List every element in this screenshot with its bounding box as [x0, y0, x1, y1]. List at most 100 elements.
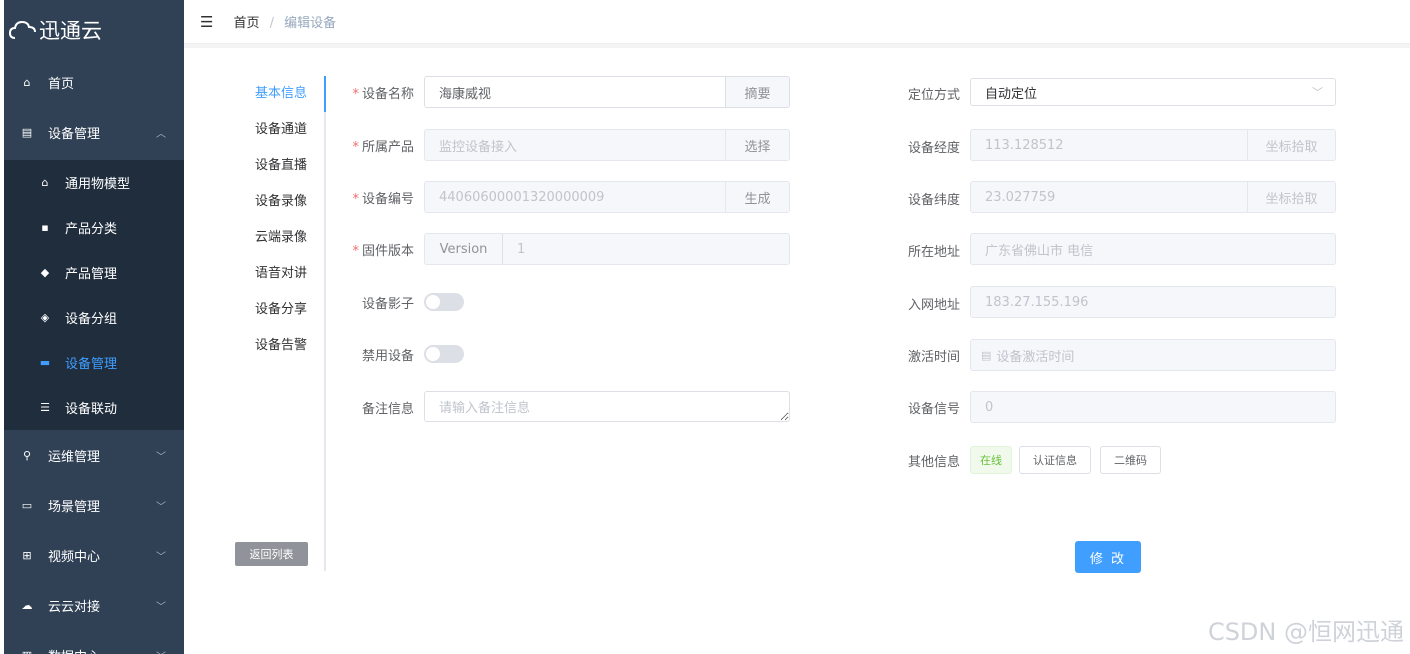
qrcode-button[interactable]: 二维码 — [1100, 446, 1161, 474]
product-label: * 所属产品 — [334, 136, 414, 155]
product-input[interactable]: 监控设备接入 — [425, 136, 725, 155]
sidebar-subitem-label: 通用物模型 — [65, 177, 131, 192]
latitude-input[interactable]: 23.027759 — [971, 190, 1247, 205]
sidebar-subitem-linkage[interactable]: ☰ 设备联动 — [4, 385, 184, 430]
firmware-label: * 固件版本 — [334, 240, 414, 259]
chevron-down-icon: ﹀ — [156, 648, 166, 654]
sidebar-subitem-label: 产品分类 — [65, 222, 118, 237]
tab-label: 云端录像 — [254, 230, 307, 245]
switch-knob — [426, 295, 440, 309]
product-field: 监控设备接入 选择 — [424, 129, 790, 161]
address-field: 广东省佛山市 电信 — [970, 233, 1336, 265]
sidebar-subitem-category[interactable]: ▪ 产品分类 — [4, 205, 184, 250]
back-to-list-button[interactable]: 返回列表 — [235, 542, 308, 566]
pick-coordinate-button[interactable]: 坐标拾取 — [1247, 182, 1335, 212]
required-mark: * — [352, 87, 359, 102]
tab-cloud-recording[interactable]: 云端录像 — [230, 220, 324, 256]
disable-switch[interactable] — [424, 345, 464, 363]
sidebar-item-home[interactable]: ⌂ 首页 — [4, 60, 184, 104]
auth-info-button[interactable]: 认证信息 — [1019, 446, 1091, 474]
menu-toggle-icon[interactable]: ☰ — [200, 13, 213, 31]
disable-label: 禁用设备 — [361, 349, 414, 364]
home-icon: ⌂ — [23, 75, 31, 89]
calendar-icon: ▤ — [981, 348, 992, 362]
tab-label: 语音对讲 — [254, 266, 307, 281]
modify-button[interactable]: 修 改 — [1075, 541, 1141, 573]
location-mode-select[interactable]: 自动定位 ﹀ — [970, 78, 1336, 106]
pick-coordinate-button[interactable]: 坐标拾取 — [1247, 130, 1335, 160]
device-number-label: * 设备编号 — [334, 188, 414, 207]
shadow-switch[interactable] — [424, 293, 464, 311]
logo: 迅通云 — [4, 0, 184, 60]
sidebar-item-data[interactable]: ▥ 数据中心 ﹀ — [4, 630, 184, 654]
select-product-button[interactable]: 选择 — [725, 130, 789, 160]
device-number-input[interactable]: 44060600001320000009 — [425, 190, 725, 205]
device-submenu: ⌂ 通用物模型 ▪ 产品分类 ◆ 产品管理 ◈ 设备分组 ▬ 设备管理 ☰ 设备… — [4, 160, 184, 430]
signal-input[interactable]: 0 — [971, 400, 1335, 415]
tab-share[interactable]: 设备分享 — [230, 292, 324, 328]
sidebar-item-ops[interactable]: ⚲ 运维管理 ﹀ — [4, 430, 184, 480]
chevron-down-icon: ﹀ — [156, 501, 166, 513]
required-mark: * — [352, 244, 359, 259]
breadcrumb-current: 编辑设备 — [284, 16, 337, 31]
chevron-down-icon: ﹀ — [1312, 86, 1323, 99]
sidebar-item-scene[interactable]: ▭ 场景管理 ﹀ — [4, 480, 184, 530]
tab-live[interactable]: 设备直播 — [230, 148, 324, 184]
cloud-icon: ☁ — [21, 598, 33, 612]
tab-alarm[interactable]: 设备告警 — [230, 328, 324, 364]
sidebar-item-label: 运维管理 — [48, 449, 101, 465]
activation-time-label: 激活时间 — [907, 350, 960, 365]
address-label: 所在地址 — [907, 245, 960, 260]
longitude-input[interactable]: 113.128512 — [971, 138, 1247, 153]
sidebar-item-cloud[interactable]: ☁ 云云对接 ﹀ — [4, 580, 184, 630]
sidebar-subitem-label: 产品管理 — [65, 267, 118, 282]
tab-label: 设备告警 — [254, 338, 307, 353]
activation-time-input[interactable]: 设备激活时间 — [996, 346, 1335, 365]
version-prefix: Version — [425, 234, 503, 264]
tab-basic-info[interactable]: 基本信息 — [230, 76, 324, 112]
sidebar-subitem-model[interactable]: ⌂ 通用物模型 — [4, 160, 184, 205]
device-name-input[interactable]: 海康威视 — [425, 83, 725, 102]
address-input[interactable]: 广东省佛山市 电信 — [971, 240, 1335, 259]
active-tab-indicator — [324, 76, 326, 112]
sidebar-item-label: 场景管理 — [48, 499, 101, 515]
device-manage-icon: ▬ — [39, 356, 51, 369]
device-tabs: 基本信息 设备通道 设备直播 设备录像 云端录像 语音对讲 设备分享 设备告警 — [230, 76, 326, 571]
longitude-field: 113.128512 坐标拾取 — [970, 129, 1336, 161]
firmware-field: Version 1 — [424, 233, 790, 265]
online-status-tag: 在线 — [970, 446, 1012, 474]
chevron-up-icon: ︿ — [156, 128, 166, 140]
tab-label: 设备直播 — [254, 158, 307, 173]
linkage-icon: ☰ — [40, 401, 50, 414]
activation-time-field: ▤ 设备激活时间 — [970, 339, 1336, 371]
required-mark: * — [352, 140, 359, 155]
sidebar-item-device-management[interactable]: ▤ 设备管理 ︿ — [4, 104, 184, 160]
latitude-field: 23.027759 坐标拾取 — [970, 181, 1336, 213]
tab-intercom[interactable]: 语音对讲 — [230, 256, 324, 292]
firmware-input[interactable]: 1 — [503, 242, 789, 257]
tab-label: 基本信息 — [254, 86, 307, 101]
remark-textarea[interactable] — [424, 391, 790, 422]
device-name-label: * 设备名称 — [334, 83, 414, 102]
sidebar-subitem-device[interactable]: ▬ 设备管理 — [4, 340, 184, 385]
other-info-label: 其他信息 — [907, 455, 960, 470]
sidebar-subitem-label: 设备联动 — [65, 402, 118, 417]
generate-button[interactable]: 生成 — [725, 182, 789, 212]
ops-icon: ⚲ — [22, 448, 32, 462]
summary-button[interactable]: 摘要 — [725, 77, 789, 107]
video-icon: ⊞ — [22, 548, 32, 562]
tab-recording[interactable]: 设备录像 — [230, 184, 324, 220]
sidebar-subitem-label: 设备分组 — [65, 312, 118, 327]
sidebar-subitem-group[interactable]: ◈ 设备分组 — [4, 295, 184, 340]
label-text: 设备名称 — [361, 87, 414, 102]
category-icon: ▪ — [41, 221, 49, 234]
sidebar-item-label: 视频中心 — [48, 549, 101, 565]
network-address-input[interactable]: 183.27.155.196 — [971, 295, 1335, 310]
sidebar-item-video[interactable]: ⊞ 视频中心 ﹀ — [4, 530, 184, 580]
tab-channel[interactable]: 设备通道 — [230, 112, 324, 148]
watermark: CSDN @恒网迅通 — [1207, 618, 1404, 646]
signal-field: 0 — [970, 391, 1336, 423]
data-icon: ▥ — [20, 649, 34, 654]
sidebar-subitem-product[interactable]: ◆ 产品管理 — [4, 250, 184, 295]
breadcrumb-home[interactable]: 首页 — [233, 16, 259, 31]
